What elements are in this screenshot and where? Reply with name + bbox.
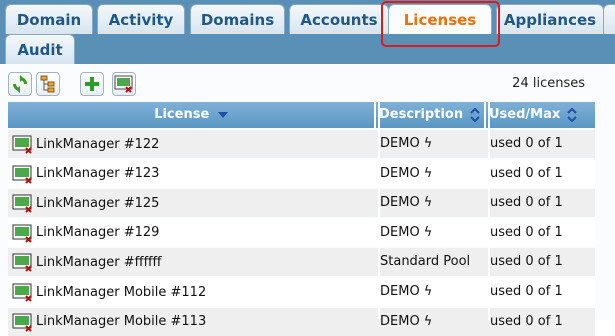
licenses-panel: 24 licenses License Description Used/Max…	[0, 64, 615, 336]
used-max-cell: used 0 of 1	[490, 195, 563, 211]
column-description[interactable]: Description	[376, 102, 486, 128]
license-icon	[12, 283, 32, 302]
table-row[interactable]: LinkManager Mobile #112 DEMO ϟ used 0 of 1	[8, 278, 595, 306]
license-icon	[12, 253, 32, 273]
table-row[interactable]: LinkManager #ffffff Standard Pool used 0 o…	[8, 248, 595, 277]
license-cell: LinkManager Mobile #113	[12, 308, 206, 336]
refresh-button[interactable]	[8, 72, 32, 96]
license-cell: LinkManager Mobile #112	[12, 278, 206, 306]
table-row[interactable]: LinkManager #123 DEMO ϟ used 0 of 1	[8, 159, 595, 188]
add-license-button[interactable]	[80, 72, 104, 96]
description-cell: Standard Pool	[380, 254, 471, 270]
license-count: 24 licenses	[512, 76, 585, 91]
sort-desc-icon	[217, 111, 228, 118]
used-max-cell: used 0 of 1	[490, 165, 563, 181]
license-name: LinkManager #122	[36, 136, 160, 152]
license-icon	[12, 165, 32, 184]
license-cell: LinkManager #122	[12, 130, 159, 158]
license-cell: LinkManager #ffffff	[12, 248, 162, 276]
column-divider	[378, 102, 380, 320]
license-icon	[12, 194, 32, 213]
column-description-label: Description	[379, 107, 464, 122]
description-cell: DEMO ϟ	[380, 313, 433, 329]
license-cell: LinkManager #123	[12, 160, 159, 188]
license-delete-icon	[114, 75, 133, 93]
license-name: LinkManager #123	[36, 166, 160, 182]
column-divider	[488, 102, 490, 320]
tree-icon	[40, 75, 55, 93]
used-max-cell: used 0 of 1	[490, 254, 563, 270]
column-license[interactable]: License	[8, 102, 376, 128]
table-row[interactable]: LinkManager Mobile #113 DEMO ϟ used 0 of 1	[8, 307, 595, 336]
license-name: LinkManager Mobile #113	[36, 314, 207, 330]
used-max-cell: used 0 of 1	[490, 313, 563, 329]
sort-both-icon	[469, 107, 480, 122]
license-icon	[12, 135, 32, 154]
tab-activity[interactable]: Activity	[97, 4, 185, 34]
used-max-cell: used 0 of 1	[490, 224, 563, 240]
table-row[interactable]: LinkManager #129 DEMO ϟ used 0 of 1	[8, 218, 595, 247]
licenses-tab-highlight	[381, 1, 500, 47]
license-name: LinkManager Mobile #112	[36, 284, 207, 300]
license-table-header: License Description Used/Max	[8, 102, 595, 128]
tab-audit[interactable]: Audit	[5, 34, 75, 64]
refresh-icon	[13, 75, 27, 93]
license-name: LinkManager #125	[36, 195, 160, 211]
license-cell: LinkManager #129	[12, 219, 159, 247]
tab-domains[interactable]: Domains	[190, 4, 285, 34]
description-cell: DEMO ϟ	[380, 195, 433, 211]
license-icon	[12, 224, 32, 243]
used-max-cell: used 0 of 1	[490, 284, 563, 299]
tab-domain[interactable]: Domain	[5, 4, 93, 34]
description-cell: DEMO ϟ	[380, 165, 433, 181]
add-icon	[85, 77, 99, 91]
license-name: LinkManager #ffffff	[36, 254, 162, 270]
tree-view-button[interactable]	[36, 72, 60, 96]
tab-appliances[interactable]: Appliances	[496, 4, 604, 34]
sort-both-icon	[567, 107, 577, 122]
license-icon	[12, 313, 32, 332]
license-cell: LinkManager #125	[12, 189, 159, 217]
column-used-max[interactable]: Used/Max	[486, 102, 595, 128]
license-name: LinkManager #129	[36, 225, 160, 241]
tab-overflow[interactable]	[603, 4, 615, 34]
tab-accounts[interactable]: Accounts	[289, 4, 389, 34]
description-cell: DEMO ϟ	[380, 136, 433, 151]
table-row[interactable]: LinkManager #125 DEMO ϟ used 0 of 1	[8, 189, 595, 218]
column-used-max-label: Used/Max	[489, 107, 561, 122]
license-action-button[interactable]	[112, 72, 136, 96]
description-cell: DEMO ϟ	[380, 284, 433, 299]
column-license-label: License	[154, 107, 210, 122]
table-row[interactable]: LinkManager #122 DEMO ϟ used 0 of 1	[8, 130, 595, 158]
used-max-cell: used 0 of 1	[490, 136, 563, 151]
description-cell: DEMO ϟ	[380, 224, 433, 240]
tab-bar: Domain Activity Domains Accounts License…	[0, 0, 615, 64]
